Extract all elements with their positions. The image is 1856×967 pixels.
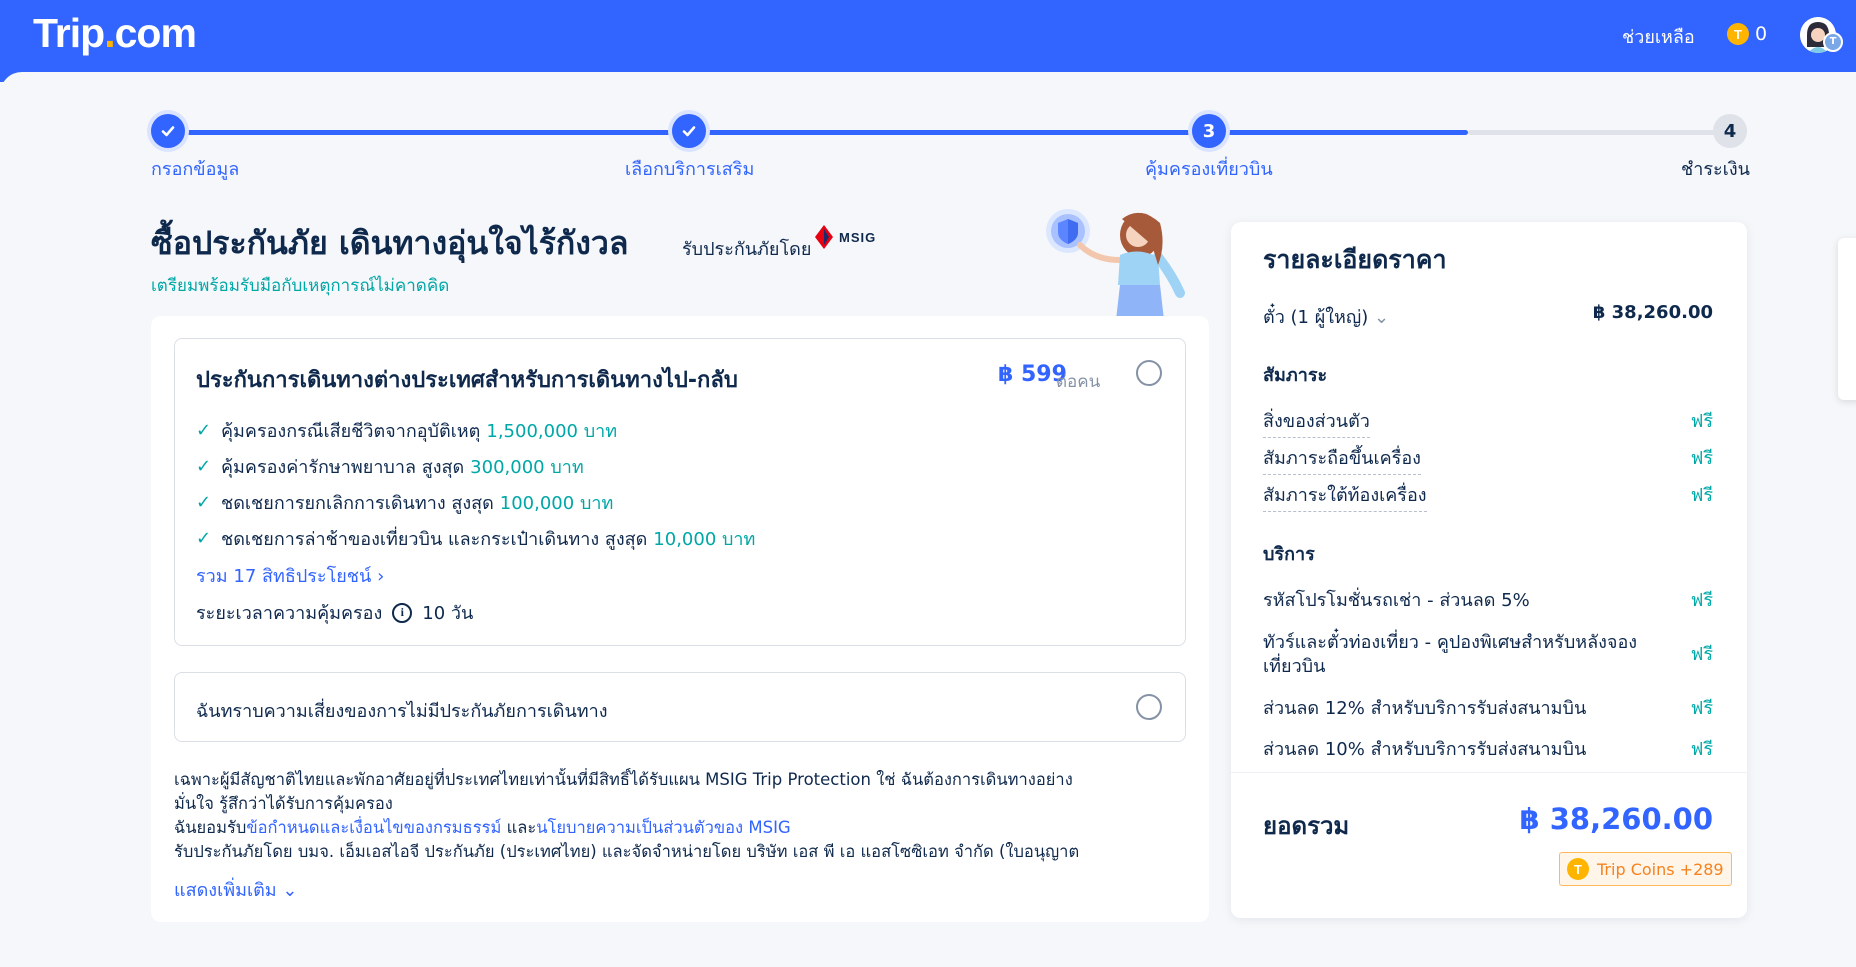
- step-3-circle: 3: [1192, 114, 1226, 148]
- member-badge-icon: T: [1823, 32, 1843, 52]
- service-item-value: ฟรี: [1690, 590, 1713, 611]
- baggage-item-label[interactable]: สัมภาระถือขึ้นเครื่อง: [1263, 443, 1421, 475]
- trip-coins-balance[interactable]: T 0: [1727, 23, 1767, 45]
- no-insurance-label: ฉันทราบความเสี่ยงของการไม่มีประกันภัยการ…: [196, 701, 608, 722]
- ticket-row-toggle[interactable]: ตั๋ว (1 ผู้ใหญ่) ⌄: [1263, 302, 1389, 331]
- total-section: [1231, 772, 1747, 918]
- service-item-label: ส่วนลด 12% สำหรับบริการรับส่งสนามบิน: [1263, 698, 1587, 719]
- service-item-value: ฟรี: [1690, 739, 1713, 760]
- help-link[interactable]: ช่วยเหลือ: [1622, 22, 1695, 51]
- policy-terms-link[interactable]: ข้อกำหนดและเงื่อนไขของกรมธรรม์: [246, 818, 501, 837]
- step-2-check-icon: [672, 114, 706, 148]
- benefit-item: ✓ ชดเชยการล่าช้าของเที่ยวบิน และกระเป๋าเ…: [196, 528, 756, 550]
- ticket-price: ฿ 38,260.00: [1592, 302, 1713, 323]
- baggage-item-label[interactable]: สิ่งของส่วนตัว: [1263, 406, 1370, 438]
- info-icon[interactable]: i: [392, 602, 413, 623]
- stepper-progress: [168, 130, 1468, 135]
- plan-title: ประกันการเดินทางต่างประเทศสำหรับการเดินท…: [196, 368, 738, 393]
- trip-logo[interactable]: Trip.com: [33, 10, 197, 57]
- step-1-label: กรอกข้อมูล: [151, 159, 240, 180]
- show-more-link[interactable]: แสดงเพิ่มเติม ⌄: [174, 875, 297, 904]
- trip-coin-icon: T: [1567, 858, 1589, 880]
- chevron-right-icon: ›: [377, 566, 385, 587]
- all-benefits-link[interactable]: รวม 17 สิทธิประโยชน์ ›: [196, 561, 384, 590]
- service-item-value: ฟรี: [1690, 698, 1713, 719]
- check-icon: ✓: [196, 492, 212, 513]
- baggage-item-value: ฟรี: [1690, 411, 1713, 432]
- step-2-label: เลือกบริการเสริม: [625, 159, 755, 180]
- check-icon: ✓: [196, 456, 212, 477]
- chevron-down-icon: ⌄: [1374, 307, 1390, 328]
- msig-logo: MSIG: [815, 225, 876, 249]
- step-4-circle: 4: [1713, 114, 1747, 148]
- step-3-label: คุ้มครองเที่ยวบิน: [1145, 159, 1273, 180]
- trip-coins-reward-badge: T Trip Coins +289: [1559, 852, 1732, 886]
- side-feedback-tab[interactable]: [1838, 238, 1856, 400]
- header-curve: [0, 72, 1856, 102]
- check-icon: ✓: [196, 420, 212, 441]
- benefit-item: ✓ คุ้มครองกรณีเสียชีวิตจากอุบัติเหตุ 1,5…: [196, 420, 618, 442]
- insurance-illustration: [1046, 209, 1185, 320]
- benefit-item: ✓ ชดเชยการยกเลิกการเดินทาง สูงสุด 100,00…: [196, 492, 614, 514]
- baggage-item-value: ฟรี: [1690, 485, 1713, 506]
- insurance-disclaimer: เฉพาะผู้มีสัญชาติไทยและพักอาศัยอยู่ที่ปร…: [174, 770, 1080, 861]
- step-1-check-icon: [151, 114, 185, 148]
- top-header: [0, 0, 1856, 82]
- coverage-duration: ระยะเวลาความคุ้มครอง i 10 วัน: [196, 602, 474, 624]
- service-item-label: ส่วนลด 10% สำหรับบริการรับส่งสนามบิน: [1263, 739, 1587, 760]
- privacy-policy-link[interactable]: นโยบายความเป็นส่วนตัวของ MSIG: [536, 818, 791, 837]
- insurance-subtitle: เตรียมพร้อมรับมือกับเหตุการณ์ไม่คาดคิด: [151, 276, 450, 296]
- plan-radio-button[interactable]: [1136, 360, 1162, 386]
- baggage-item-value: ฟรี: [1690, 448, 1713, 469]
- baggage-section-label: สัมภาระ: [1263, 365, 1328, 386]
- baggage-item-label[interactable]: สัมภาระใต้ท้องเครื่อง: [1263, 480, 1427, 512]
- trip-coin-icon: T: [1727, 23, 1749, 45]
- total-label: ยอดรวม: [1263, 812, 1350, 840]
- benefit-item: ✓ คุ้มครองค่ารักษาพยาบาล สูงสุด 300,000 …: [196, 456, 584, 478]
- price-details-title: รายละเอียดราคา: [1263, 245, 1447, 274]
- plan-price-unit: ต่อคน: [1056, 372, 1101, 392]
- check-icon: ✓: [196, 528, 212, 549]
- total-price: ฿ 38,260.00: [1519, 802, 1713, 836]
- chevron-down-icon: ⌄: [282, 880, 298, 901]
- services-section-label: บริการ: [1263, 544, 1315, 565]
- insured-by-label: รับประกันภัยโดย: [682, 239, 812, 260]
- stepper-remaining: [1468, 130, 1730, 135]
- coin-count: 0: [1755, 23, 1768, 45]
- service-item-label: รหัสโปรโมชั่นรถเช่า - ส่วนลด 5%: [1263, 590, 1530, 611]
- service-item-label-cont: เที่ยวบิน: [1263, 656, 1326, 677]
- service-item-value: ฟรี: [1690, 644, 1713, 665]
- insurance-title: ซื้อประกันภัย เดินทางอุ่นใจไร้กังวล: [151, 224, 629, 262]
- step-4-label: ชำระเงิน: [1681, 159, 1750, 180]
- no-insurance-radio-button[interactable]: [1136, 694, 1162, 720]
